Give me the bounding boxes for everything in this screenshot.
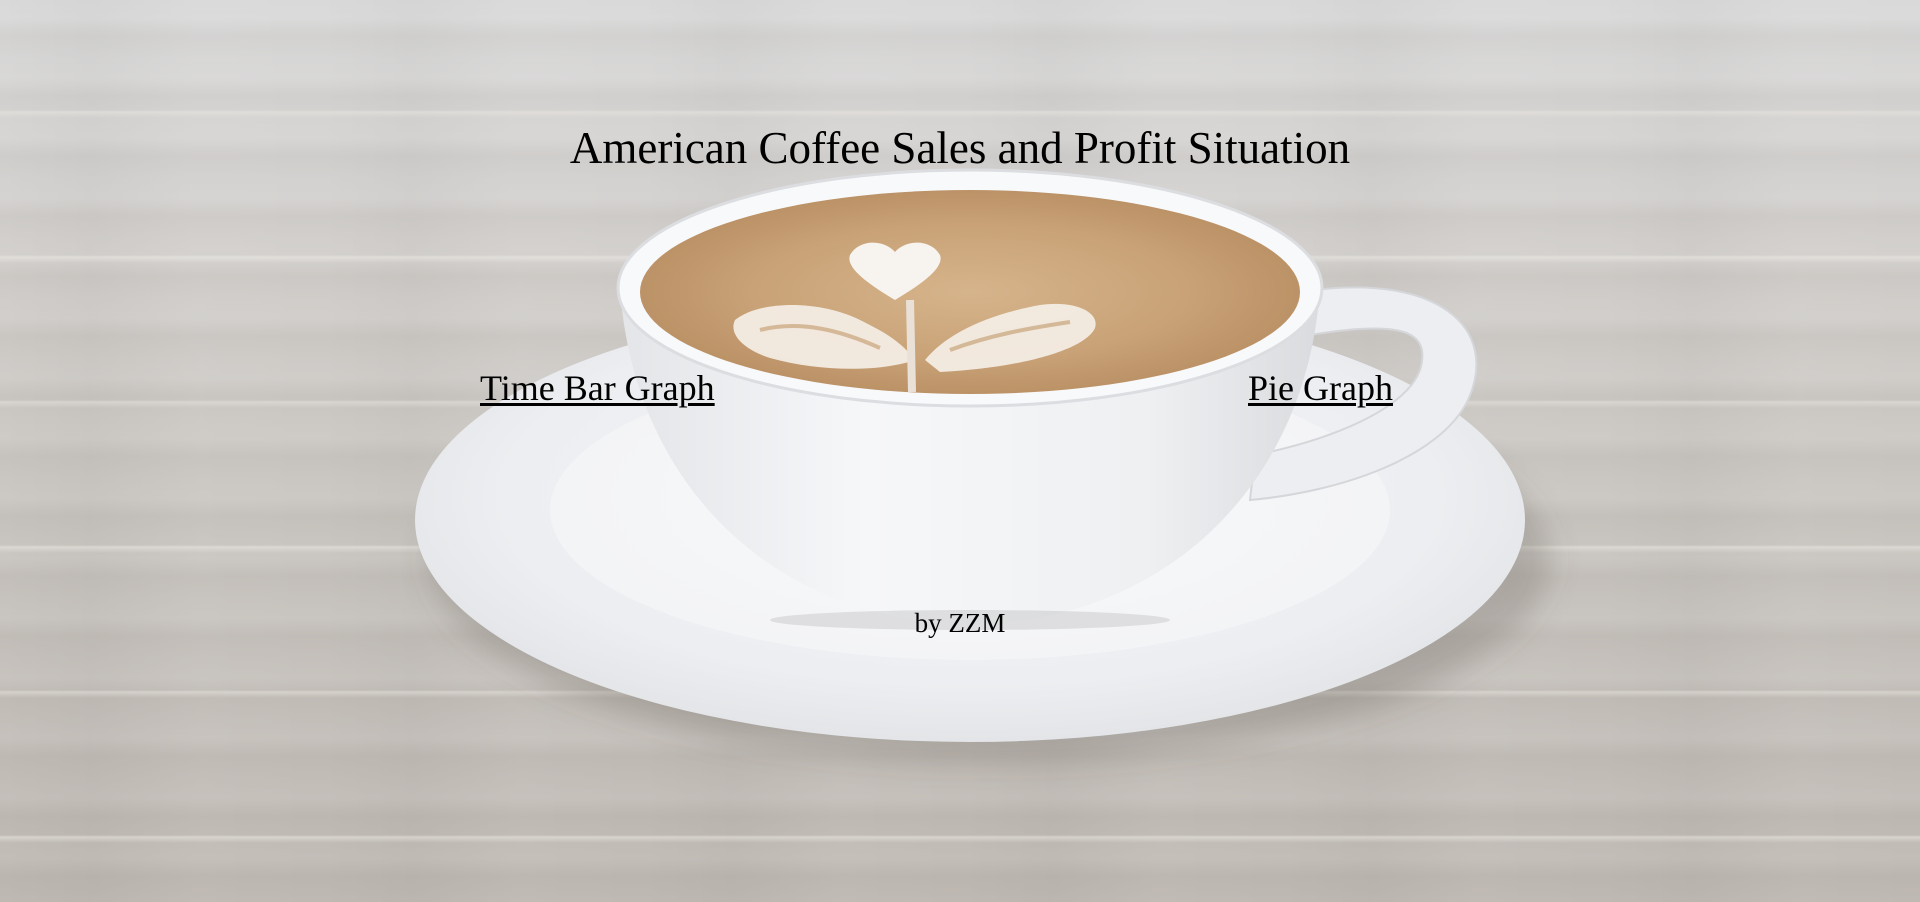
pie-graph-link[interactable]: Pie Graph: [1248, 366, 1393, 410]
author-byline: by ZZM: [914, 608, 1006, 638]
time-bar-graph-link[interactable]: Time Bar Graph: [480, 366, 715, 410]
page-title: American Coffee Sales and Profit Situati…: [569, 123, 1351, 173]
